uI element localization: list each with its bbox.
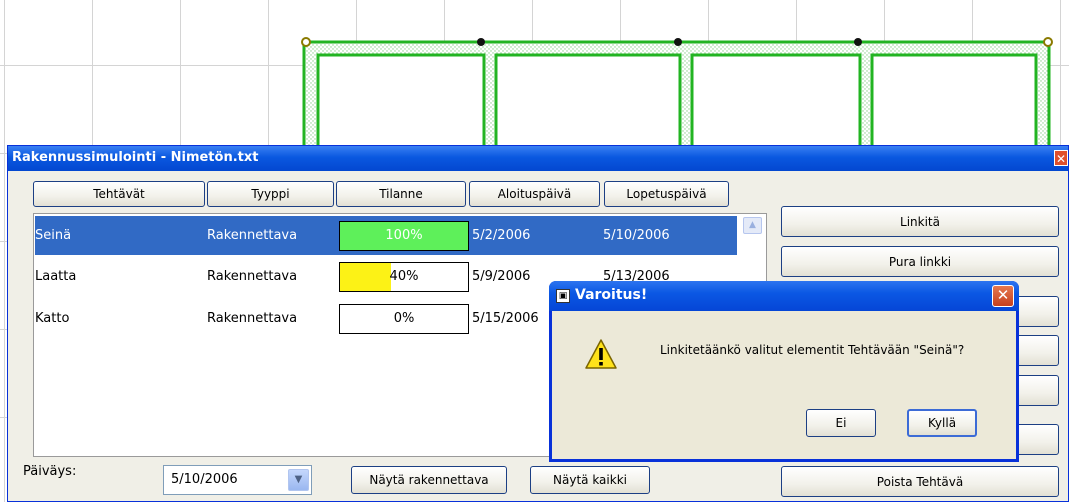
progress-bar: 0%: [339, 304, 469, 334]
app-icon: ▣: [556, 289, 570, 303]
progress-label: 100%: [385, 228, 423, 243]
warning-dialog: ▣ Varoitus! ✕ Linkitetäänkö valitut elem…: [549, 281, 1019, 462]
wall-node: [477, 38, 485, 46]
task-start-date: 5/2/2006: [472, 228, 531, 243]
progress-label: 0%: [393, 311, 415, 326]
wall-endpoint: [1043, 37, 1053, 47]
wall-node: [674, 38, 682, 46]
progress-label: 40%: [389, 269, 419, 284]
column-header-start-date[interactable]: Aloituspäivä: [469, 181, 600, 207]
room: [494, 53, 682, 150]
chevron-down-icon[interactable]: ▼: [288, 469, 309, 491]
show-buildable-button[interactable]: Näytä rakennettava: [351, 466, 507, 494]
task-end-date: 5/10/2006: [603, 228, 670, 243]
unlink-button[interactable]: Pura linkki: [781, 246, 1059, 277]
date-value: 5/10/2006: [171, 472, 238, 487]
wall-node: [854, 38, 862, 46]
room: [316, 53, 486, 150]
task-type: Rakennettava: [207, 269, 298, 284]
task-name: Laatta: [35, 269, 77, 284]
room: [870, 53, 1038, 150]
task-type: Rakennettava: [207, 311, 298, 326]
main-titlebar[interactable]: Rakennussimulointi - Nimetön.txt ✕: [8, 146, 1068, 171]
window-title: Rakennussimulointi - Nimetön.txt: [12, 150, 259, 165]
no-button[interactable]: Ei: [806, 409, 876, 437]
yes-button[interactable]: Kyllä: [907, 409, 977, 437]
task-name: Seinä: [35, 228, 72, 243]
link-button[interactable]: Linkitä: [781, 206, 1059, 237]
progress-bar: 100%: [339, 221, 469, 251]
column-header-type[interactable]: Tyyppi: [207, 181, 334, 207]
scroll-up-arrow-icon[interactable]: ▲: [743, 217, 762, 234]
task-name: Katto: [35, 311, 70, 326]
dialog-title: Varoitus!: [575, 287, 648, 303]
close-icon[interactable]: ✕: [992, 285, 1014, 307]
warning-icon: [585, 339, 617, 369]
date-picker[interactable]: 5/10/2006 ▼: [163, 465, 312, 495]
dialog-titlebar[interactable]: ▣ Varoitus! ✕: [549, 281, 1019, 311]
task-start-date: 5/9/2006: [472, 269, 531, 284]
delete-task-button[interactable]: Poista Tehtävä: [781, 466, 1059, 497]
task-row[interactable]: Seinä Rakennettava 100% 5/2/2006 5/10/20…: [35, 216, 737, 255]
column-header-tasks[interactable]: Tehtävät: [33, 181, 205, 207]
wall-endpoint: [301, 37, 311, 47]
close-icon[interactable]: ✕: [1054, 150, 1068, 166]
task-start-date: 5/15/2006: [472, 311, 539, 326]
column-header-status[interactable]: Tilanne: [336, 181, 466, 207]
dialog-body: Linkitetäänkö valitut elementit Tehtävää…: [552, 311, 1016, 459]
show-all-button[interactable]: Näytä kaikki: [530, 466, 650, 494]
progress-bar: 40%: [339, 262, 469, 292]
dialog-message: Linkitetäänkö valitut elementit Tehtävää…: [660, 343, 965, 357]
wall-drawing[interactable]: [0, 0, 1069, 150]
date-label: Päiväys:: [23, 464, 77, 479]
room: [690, 53, 862, 150]
column-header-end-date[interactable]: Lopetuspäivä: [604, 181, 729, 207]
task-type: Rakennettava: [207, 228, 298, 243]
